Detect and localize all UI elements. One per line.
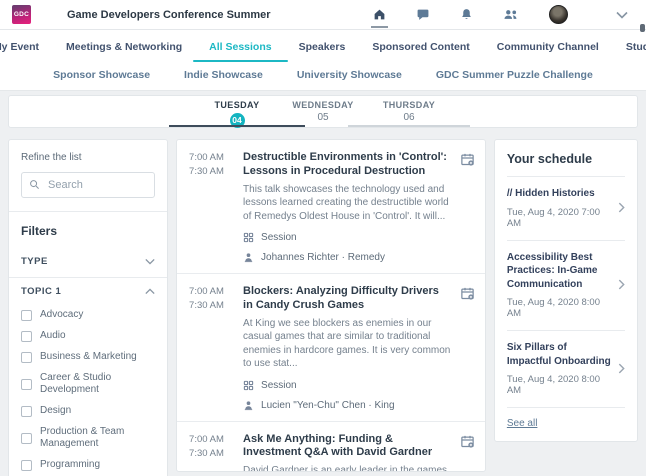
tab-speakers[interactable]: Speakers bbox=[299, 41, 346, 53]
divider bbox=[9, 211, 167, 212]
chevron-down-icon[interactable] bbox=[616, 11, 628, 19]
user-avatar[interactable] bbox=[549, 5, 568, 24]
day-tab-tuesday[interactable]: TUESDAY 04 bbox=[194, 96, 280, 127]
gdc-logo[interactable]: GDC bbox=[12, 5, 31, 24]
date-tabs: TUESDAY 04 WEDNESDAY 05 THURSDAY 06 bbox=[8, 95, 638, 128]
schedule-item-hidden-histories[interactable]: // Hidden Histories Tue, Aug 4, 2020 7:0… bbox=[507, 177, 625, 241]
filter-group-topic1[interactable]: TOPIC 1 bbox=[21, 278, 155, 307]
chevron-up-icon bbox=[145, 288, 155, 295]
chevron-down-icon bbox=[145, 258, 155, 265]
speaker-person-icon bbox=[243, 252, 254, 263]
people-icon[interactable] bbox=[503, 8, 519, 21]
main-navigation: Home My Event Meetings & Networking All … bbox=[0, 30, 646, 91]
session-card-ask-me-anything-david-gardner[interactable]: 7:00 AM7:30 AM Ask Me Anything: Funding … bbox=[177, 422, 485, 473]
checkbox[interactable] bbox=[21, 379, 32, 390]
sessions-list: 7:00 AM7:30 AM Destructible Environments… bbox=[176, 139, 486, 472]
session-description: This talk showcases the technology used … bbox=[243, 183, 451, 224]
category-grid-icon bbox=[243, 380, 254, 391]
day-date-badge: 04 bbox=[230, 113, 245, 128]
topic-option-production-team-management[interactable]: Production & Team Management bbox=[21, 426, 155, 450]
session-card-blockers-candy-crush[interactable]: 7:00 AM7:30 AM Blockers: Analyzing Diffi… bbox=[177, 274, 485, 422]
search-icon bbox=[29, 179, 40, 190]
topic-option-programming[interactable]: Programming bbox=[21, 459, 155, 471]
filters-heading: Filters bbox=[21, 224, 155, 238]
your-schedule-title: Your schedule bbox=[507, 152, 625, 177]
notifications-bell-icon[interactable] bbox=[460, 8, 473, 21]
session-type: Session bbox=[243, 232, 451, 243]
category-grid-icon bbox=[243, 232, 254, 243]
session-speaker: Lucien "Yen-Chu" Chen · King bbox=[243, 400, 451, 411]
topic-option-advocacy[interactable]: Advocacy bbox=[21, 309, 155, 321]
checkbox[interactable] bbox=[21, 331, 32, 342]
checkbox[interactable] bbox=[21, 310, 32, 321]
topic-option-audio[interactable]: Audio bbox=[21, 330, 155, 342]
session-time: 7:00 AM7:30 AM bbox=[189, 285, 234, 411]
chevron-right-icon bbox=[618, 363, 625, 374]
session-title[interactable]: Ask Me Anything: Funding & Investment Q&… bbox=[243, 433, 451, 461]
checkbox[interactable] bbox=[21, 406, 32, 417]
session-type: Session bbox=[243, 380, 451, 391]
tab-university-showcase[interactable]: University Showcase bbox=[297, 69, 402, 81]
schedule-item-accessibility-best-practices[interactable]: Accessibility Best Practices: In-Game Co… bbox=[507, 241, 625, 332]
tab-sponsor-showcase[interactable]: Sponsor Showcase bbox=[53, 69, 150, 81]
session-speaker: Johannes Richter · Remedy bbox=[243, 252, 451, 263]
tab-sponsored-content[interactable]: Sponsored Content bbox=[372, 41, 469, 53]
session-description: David Gardner is an early leader in the … bbox=[243, 464, 451, 472]
session-description: At King we see blockers as enemies in ou… bbox=[243, 317, 451, 371]
tab-my-event[interactable]: My Event bbox=[0, 41, 39, 53]
speaker-person-icon bbox=[243, 400, 254, 411]
filter-group-type[interactable]: TYPE bbox=[21, 248, 155, 277]
app-title: Game Developers Conference Summer bbox=[67, 9, 271, 21]
topic-option-business-marketing[interactable]: Business & Marketing bbox=[21, 351, 155, 363]
chevron-right-icon bbox=[618, 279, 625, 290]
home-icon[interactable] bbox=[373, 8, 386, 21]
topic-option-career-studio-development[interactable]: Career & Studio Development bbox=[21, 372, 155, 396]
tab-all-sessions[interactable]: All Sessions bbox=[209, 41, 271, 53]
day-tab-thursday[interactable]: THURSDAY 06 bbox=[366, 96, 452, 127]
add-to-schedule-icon[interactable] bbox=[460, 286, 475, 411]
refine-label: Refine the list bbox=[21, 152, 155, 163]
add-to-schedule-icon[interactable] bbox=[460, 152, 475, 263]
session-title[interactable]: Destructible Environments in 'Control': … bbox=[243, 151, 451, 179]
see-all-link[interactable]: See all bbox=[507, 418, 538, 429]
session-time: 7:00 AM7:30 AM bbox=[189, 151, 234, 263]
checkbox[interactable] bbox=[21, 433, 32, 444]
chat-icon[interactable] bbox=[416, 8, 430, 21]
session-card-destructible-environments[interactable]: 7:00 AM7:30 AM Destructible Environments… bbox=[177, 140, 485, 274]
app-header: GDC Game Developers Conference Summer bbox=[0, 0, 646, 30]
tab-meetings-networking[interactable]: Meetings & Networking bbox=[66, 41, 182, 53]
tab-gdc-summer-puzzle-challenge[interactable]: GDC Summer Puzzle Challenge bbox=[436, 69, 593, 81]
add-to-schedule-icon[interactable] bbox=[460, 434, 475, 473]
session-title[interactable]: Blockers: Analyzing Difficulty Drivers i… bbox=[243, 285, 451, 313]
day-tab-wednesday[interactable]: WEDNESDAY 05 bbox=[280, 96, 366, 127]
topic-option-design[interactable]: Design bbox=[21, 405, 155, 417]
tab-student-channel[interactable]: Student Channel bbox=[626, 41, 646, 53]
schedule-item-six-pillars-onboarding[interactable]: Six Pillars of Impactful Onboarding Tue,… bbox=[507, 331, 625, 408]
your-schedule-panel: Your schedule // Hidden Histories Tue, A… bbox=[494, 139, 638, 442]
chevron-right-icon bbox=[618, 202, 625, 213]
filters-panel: Refine the list Filters TYPE TOPIC 1 Adv… bbox=[8, 139, 168, 476]
session-time: 7:00 AM7:30 AM bbox=[189, 433, 234, 473]
scrollbar-thumb[interactable] bbox=[640, 24, 645, 32]
checkbox[interactable] bbox=[21, 460, 32, 471]
search-input[interactable] bbox=[21, 172, 155, 198]
tab-indie-showcase[interactable]: Indie Showcase bbox=[184, 69, 263, 81]
checkbox[interactable] bbox=[21, 352, 32, 363]
tab-community-channel[interactable]: Community Channel bbox=[497, 41, 599, 53]
